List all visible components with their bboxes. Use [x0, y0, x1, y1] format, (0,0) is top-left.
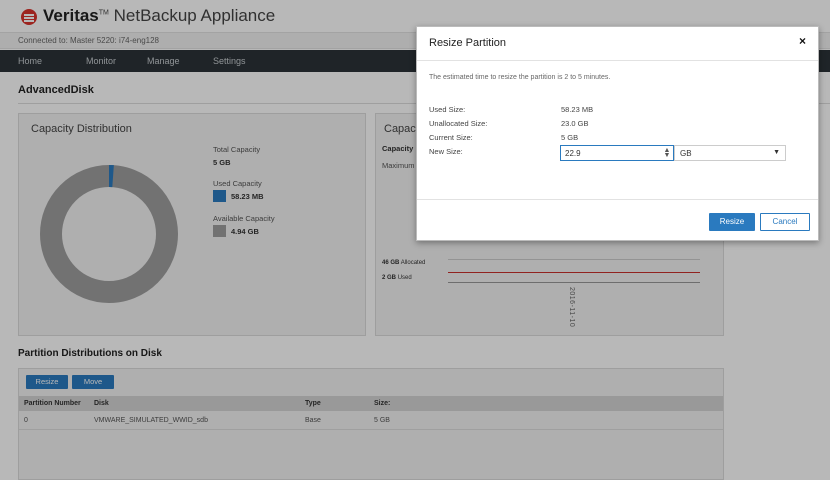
cancel-button[interactable]: Cancel — [760, 213, 810, 231]
dialog-title: Resize Partition — [429, 37, 507, 49]
used-size-label: Used Size: — [429, 105, 466, 114]
current-size-value: 5 GB — [561, 133, 579, 142]
size-unit-value: GB — [680, 149, 692, 158]
spinner-arrows-icon[interactable]: ▲ ▼ — [663, 147, 671, 159]
unallocated-size-value: 23.0 GB — [561, 119, 589, 128]
estimate-info-text: The estimated time to resize the partiti… — [429, 74, 611, 81]
new-size-label: New Size: — [429, 147, 463, 156]
new-size-input[interactable] — [560, 145, 674, 161]
unallocated-size-label: Unallocated Size: — [429, 119, 488, 128]
divider — [417, 60, 818, 61]
divider — [417, 199, 818, 200]
resize-button[interactable]: Resize — [709, 213, 755, 231]
size-unit-select[interactable]: GB ▼ — [674, 145, 786, 161]
chevron-down-icon: ▼ — [773, 149, 780, 156]
close-icon[interactable]: × — [799, 34, 806, 48]
resize-partition-dialog: Resize Partition × The estimated time to… — [416, 26, 819, 241]
used-size-value: 58.23 MB — [561, 105, 594, 114]
current-size-label: Current Size: — [429, 133, 473, 142]
